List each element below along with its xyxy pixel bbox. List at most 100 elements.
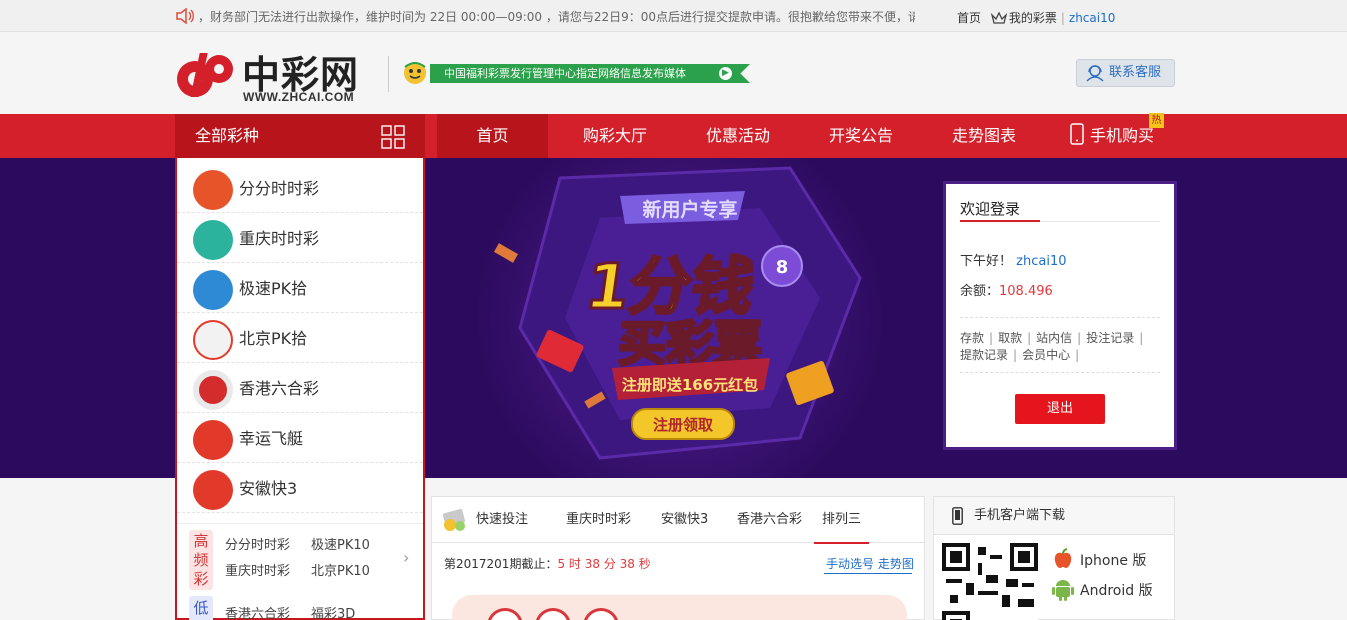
- withdraw-link[interactable]: 取款: [998, 331, 1022, 345]
- trend-chart-link[interactable]: 走势图: [878, 557, 914, 571]
- mascot-icon: [404, 62, 426, 84]
- phone-icon: [952, 507, 963, 525]
- iphone-download-link[interactable]: Iphone 版: [1052, 547, 1146, 571]
- divider: [960, 317, 1160, 318]
- top-username-link[interactable]: zhcai10: [1069, 11, 1115, 25]
- tab-anhui-k3[interactable]: 安徽快3: [661, 497, 708, 543]
- low-frequency-group: 低 香港六合彩 福彩3D: [177, 594, 423, 620]
- hot-badge: 热: [1149, 113, 1164, 128]
- speaker-icon: [176, 8, 194, 24]
- sidebar-item-fenfen-ssc[interactable]: 分分时时彩: [177, 163, 423, 213]
- app-download-title: 手机客户端下载: [974, 508, 1066, 523]
- logo-icon[interactable]: [175, 47, 235, 103]
- manual-pick-link[interactable]: 手动选号: [826, 557, 874, 571]
- sidebar-item-chongqing-ssc[interactable]: 重庆时时彩: [177, 213, 423, 263]
- all-categories-label: 全部彩种: [195, 126, 260, 145]
- issue-deadline: 第2017201期截止：5 时 38 分 38 秒: [444, 555, 651, 572]
- slogan-text: 中国福利彩票发行管理中心指定网络信息发布媒体: [444, 67, 686, 80]
- group-link[interactable]: 分分时时彩: [225, 534, 290, 553]
- main-nav: 全部彩种 首页 购彩大厅 优惠活动 开奖公告 走势图表 手机购买 热: [0, 113, 1347, 158]
- balance-label: 余额：: [960, 284, 1000, 299]
- grid-icon: [381, 125, 405, 149]
- app-download-header: 手机客户端下载: [934, 497, 1174, 535]
- fenfen-ssc-icon: [193, 170, 233, 210]
- group-link[interactable]: 极速PK10: [311, 534, 370, 553]
- high-frequency-group: 高频彩 分分时时彩 极速PK10 重庆时时彩 北京PK10 ›: [177, 523, 423, 590]
- my-lottery-link[interactable]: 我的彩票: [1009, 11, 1057, 25]
- sidebar-item-beijing-pk10[interactable]: 北京PK拾: [177, 313, 423, 363]
- sidebar-item-anhui-k3[interactable]: 安徽快3: [177, 463, 423, 513]
- group-link[interactable]: 福彩3D: [311, 603, 355, 620]
- banner-subline: 注册即送166元红包: [622, 376, 758, 394]
- group-link[interactable]: 北京PK10: [311, 560, 370, 579]
- login-panel: 欢迎登录 下午好！ zhcai10 余额：108.496 存款 | 取款 | 站内信 | 投…: [943, 181, 1177, 450]
- login-username[interactable]: zhcai10: [1016, 254, 1066, 269]
- android-download-link[interactable]: Android 版: [1052, 577, 1153, 601]
- nav-mobile-label: 手机购买: [1089, 126, 1154, 145]
- login-title: 欢迎登录: [960, 200, 1021, 218]
- headset-icon: [1086, 65, 1104, 82]
- nav-home[interactable]: 首页: [437, 114, 548, 158]
- tab-quick-bet[interactable]: 快速投注: [476, 497, 528, 543]
- messages-link[interactable]: 站内信: [1036, 331, 1072, 345]
- tab-pailie-3[interactable]: 排列三: [814, 497, 870, 544]
- nav-trend-charts[interactable]: 走势图表: [929, 114, 1039, 158]
- greeting: 下午好！ zhcai10: [960, 250, 1067, 269]
- sidebar-item-label: 幸运飞艇: [239, 429, 304, 448]
- top-home-link[interactable]: 首页: [957, 11, 981, 25]
- deposit-link[interactable]: 存款: [960, 331, 984, 345]
- bet-links: 手动选号 走势图: [826, 555, 914, 572]
- sidebar-item-label: 北京PK拾: [239, 329, 308, 348]
- banner-ribbon: 新用户专享: [642, 198, 737, 221]
- crown-icon: [990, 11, 1007, 24]
- logout-button[interactable]: 退出: [1015, 394, 1105, 424]
- group-link[interactable]: 重庆时时彩: [225, 560, 290, 579]
- tab-chongqing-ssc[interactable]: 重庆时时彩: [566, 497, 631, 543]
- sidebar-item-label: 香港六合彩: [239, 379, 320, 398]
- nav-lottery-hall[interactable]: 购彩大厅: [560, 114, 670, 158]
- divider: [960, 372, 1160, 373]
- sidebar-item-label: 极速PK拾: [239, 279, 308, 298]
- lottery-ticket-icon: [442, 509, 466, 531]
- chongqing-ssc-icon: [193, 220, 233, 260]
- balance-value: 108.496: [999, 284, 1053, 299]
- sidebar-item-jisu-pk10[interactable]: 极速PK拾: [177, 263, 423, 313]
- sidebar-item-label: 重庆时时彩: [239, 229, 320, 248]
- all-categories-button[interactable]: 全部彩种: [175, 114, 425, 158]
- low-frequency-tag: 低: [189, 596, 213, 620]
- countdown: 5 时 38 分 38 秒: [557, 557, 651, 571]
- issue-label: 第2017201期截止：: [444, 557, 558, 571]
- phone-icon: [1070, 123, 1084, 145]
- withdraw-records-link[interactable]: 提款记录: [960, 348, 1008, 362]
- banner-headline-1: 1分钱: [581, 250, 758, 323]
- sidebar-item-lucky-airship[interactable]: 幸运飞艇: [177, 413, 423, 463]
- chevron-right-icon[interactable]: ▶: [719, 67, 732, 80]
- beijing-pk10-icon: [193, 320, 233, 360]
- lucky-airship-icon: [193, 420, 233, 460]
- group-link[interactable]: 香港六合彩: [225, 603, 290, 620]
- contact-service-label: 联系客服: [1109, 65, 1162, 80]
- slogan-ribbon: 中国福利彩票发行管理中心指定网络信息发布媒体 ▶: [430, 64, 750, 83]
- site-header: 中彩网 WWW.ZHCAI.COM 中国福利彩票发行管理中心指定网络信息发布媒体…: [0, 32, 1347, 114]
- sidebar-item-label: 安徽快3: [239, 479, 298, 498]
- hk-mark-six-icon: [193, 370, 233, 410]
- lottery-sidebar: 分分时时彩 重庆时时彩 极速PK拾 北京PK拾 香港六合彩 幸运飞艇 安徽快3 …: [175, 158, 425, 620]
- android-label: Android 版: [1080, 583, 1153, 599]
- banner-cta-label: 注册领取: [653, 416, 714, 434]
- nav-draw-results[interactable]: 开奖公告: [806, 114, 916, 158]
- top-links: 首页 我的彩票 | zhcai10: [957, 9, 1115, 26]
- tab-hk-mark-six[interactable]: 香港六合彩: [737, 497, 802, 543]
- sidebar-item-hk-mark-six[interactable]: 香港六合彩: [177, 363, 423, 413]
- member-center-link[interactable]: 会员中心: [1022, 348, 1070, 362]
- nav-promotions[interactable]: 优惠活动: [683, 114, 793, 158]
- title-underline: [960, 220, 1040, 222]
- notice-marquee: ，财务部门无法进行出款操作，维护时间为 22日 00:00—09:00 ，请您与…: [175, 8, 915, 26]
- chevron-right-icon[interactable]: ›: [403, 548, 409, 567]
- contact-service-button[interactable]: 联系客服: [1076, 59, 1175, 87]
- separator: |: [1060, 11, 1065, 25]
- balance: 余额：108.496: [960, 280, 1053, 299]
- top-bar: ，财务部门无法进行出款操作，维护时间为 22日 00:00—09:00 ，请您与…: [0, 0, 1347, 32]
- greeting-text: 下午好！: [960, 254, 1013, 269]
- qr-code-icon: [942, 543, 1038, 620]
- bet-records-link[interactable]: 投注记录: [1086, 331, 1134, 345]
